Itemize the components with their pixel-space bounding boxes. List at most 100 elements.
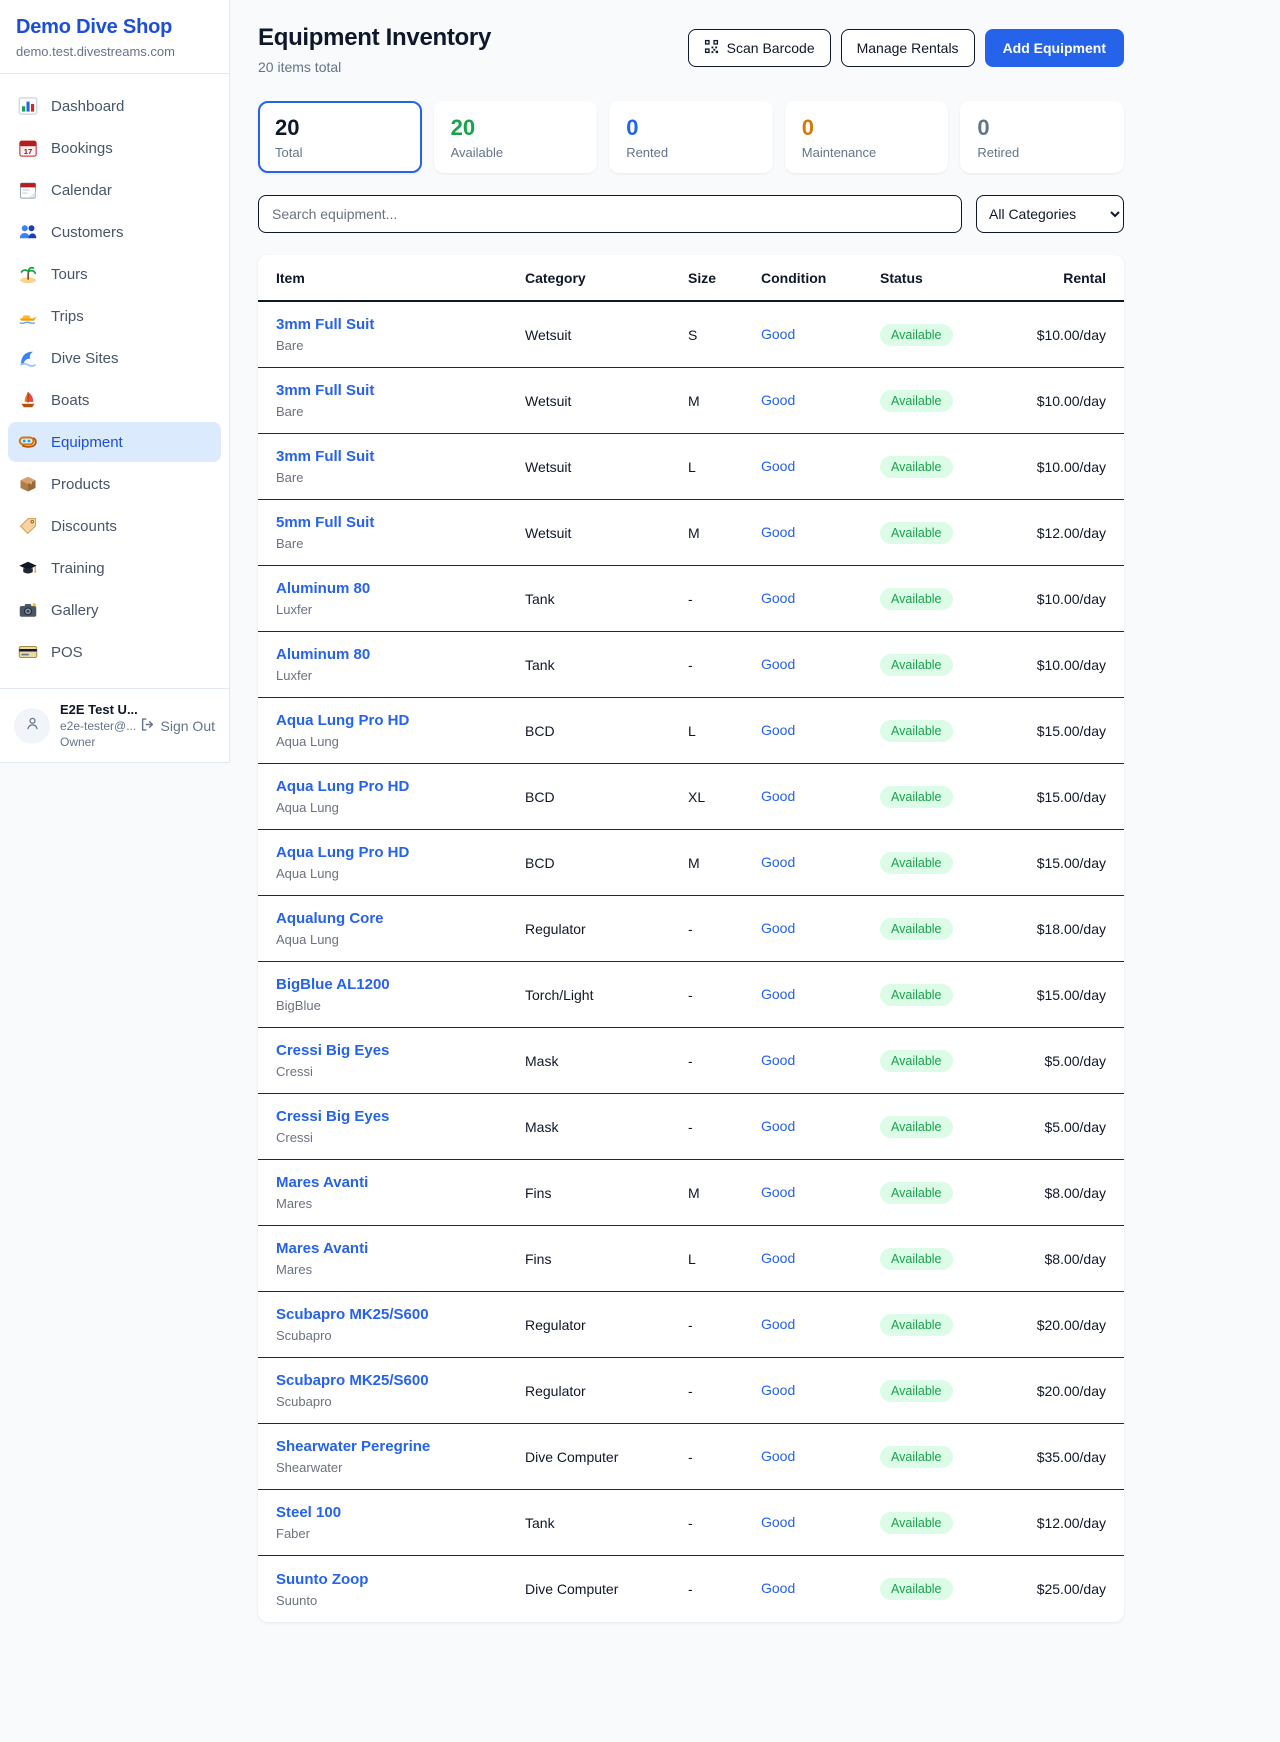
- table-row: Aluminum 80 Luxfer Tank - Good Available…: [258, 566, 1124, 632]
- item-condition-link[interactable]: Good: [761, 656, 795, 672]
- sidebar-item-bookings[interactable]: 17 Bookings: [8, 128, 221, 168]
- item-condition-link[interactable]: Good: [761, 326, 795, 342]
- sidebar-item-customers[interactable]: Customers: [8, 212, 221, 252]
- stat-card-maintenance[interactable]: 0 Maintenance: [785, 101, 949, 173]
- sidebar-item-trips[interactable]: Trips: [8, 296, 221, 336]
- sidebar-item-training[interactable]: Training: [8, 548, 221, 588]
- item-name-link[interactable]: 5mm Full Suit: [276, 514, 525, 531]
- item-name-link[interactable]: Scubapro MK25/S600: [276, 1372, 525, 1389]
- manage-rentals-button[interactable]: Manage Rentals: [841, 29, 975, 67]
- item-category: Wetsuit: [525, 459, 688, 475]
- shop-domain: demo.test.divestreams.com: [16, 44, 213, 59]
- add-equipment-button[interactable]: Add Equipment: [985, 29, 1124, 67]
- user-email: e2e-tester@...: [60, 719, 130, 733]
- item-condition-link[interactable]: Good: [761, 788, 795, 804]
- item-name-link[interactable]: Suunto Zoop: [276, 1571, 525, 1588]
- item-condition-link[interactable]: Good: [761, 1052, 795, 1068]
- item-name-link[interactable]: Cressi Big Eyes: [276, 1042, 525, 1059]
- item-name-link[interactable]: 3mm Full Suit: [276, 382, 525, 399]
- item-rental-rate: $15.00/day: [1010, 855, 1106, 871]
- sidebar: Demo Dive Shop demo.test.divestreams.com…: [0, 0, 230, 763]
- item-name-link[interactable]: 3mm Full Suit: [276, 316, 525, 333]
- item-name-link[interactable]: Mares Avanti: [276, 1240, 525, 1257]
- sidebar-item-calendar[interactable]: Calendar: [8, 170, 221, 210]
- item-brand: Shearwater: [276, 1460, 525, 1475]
- status-badge: Available: [880, 1578, 953, 1600]
- item-name-link[interactable]: Aluminum 80: [276, 580, 525, 597]
- status-badge: Available: [880, 984, 953, 1006]
- stat-card-total[interactable]: 20 Total: [258, 101, 422, 173]
- sidebar-item-dashboard[interactable]: Dashboard: [8, 86, 221, 126]
- sidebar-item-gallery[interactable]: Gallery: [8, 590, 221, 630]
- item-name-link[interactable]: Steel 100: [276, 1504, 525, 1521]
- item-condition-link[interactable]: Good: [761, 392, 795, 408]
- item-rental-rate: $25.00/day: [1010, 1581, 1106, 1597]
- item-condition-link[interactable]: Good: [761, 1250, 795, 1266]
- sign-out-button[interactable]: Sign Out: [140, 717, 215, 735]
- item-rental-rate: $8.00/day: [1010, 1185, 1106, 1201]
- item-size: -: [688, 591, 761, 607]
- stat-card-available[interactable]: 20 Available: [434, 101, 598, 173]
- item-condition-link[interactable]: Good: [761, 524, 795, 540]
- item-category: Regulator: [525, 1317, 688, 1333]
- sidebar-item-pos[interactable]: POS: [8, 632, 221, 672]
- item-size: -: [688, 1383, 761, 1399]
- user-icon: [23, 714, 42, 738]
- item-category: Tank: [525, 1515, 688, 1531]
- item-size: -: [688, 1053, 761, 1069]
- item-condition-link[interactable]: Good: [761, 1514, 795, 1530]
- item-condition-link[interactable]: Good: [761, 1448, 795, 1464]
- sidebar-item-products[interactable]: Products: [8, 464, 221, 504]
- status-badge: Available: [880, 918, 953, 940]
- item-condition-link[interactable]: Good: [761, 1184, 795, 1200]
- stat-card-rented[interactable]: 0 Rented: [609, 101, 773, 173]
- item-name-link[interactable]: Aqua Lung Pro HD: [276, 712, 525, 729]
- item-condition-link[interactable]: Good: [761, 458, 795, 474]
- item-condition-link[interactable]: Good: [761, 986, 795, 1002]
- item-condition-link[interactable]: Good: [761, 920, 795, 936]
- item-name-link[interactable]: Aqua Lung Pro HD: [276, 778, 525, 795]
- item-name-link[interactable]: 3mm Full Suit: [276, 448, 525, 465]
- item-condition-link[interactable]: Good: [761, 1316, 795, 1332]
- discounts-icon: [18, 516, 38, 536]
- item-brand: Scubapro: [276, 1394, 525, 1409]
- item-condition-link[interactable]: Good: [761, 1118, 795, 1134]
- item-condition-link[interactable]: Good: [761, 854, 795, 870]
- item-category: Dive Computer: [525, 1581, 688, 1597]
- item-size: -: [688, 921, 761, 937]
- column-header-size: Size: [688, 270, 761, 286]
- item-size: M: [688, 855, 761, 871]
- sidebar-header: Demo Dive Shop demo.test.divestreams.com: [0, 0, 229, 74]
- search-input[interactable]: [258, 195, 962, 233]
- item-name-link[interactable]: BigBlue AL1200: [276, 976, 525, 993]
- item-name-link[interactable]: Aqualung Core: [276, 910, 525, 927]
- sidebar-item-equipment[interactable]: Equipment: [8, 422, 221, 462]
- sidebar-item-dive-sites[interactable]: Dive Sites: [8, 338, 221, 378]
- stat-card-retired[interactable]: 0 Retired: [960, 101, 1124, 173]
- stat-value: 0: [977, 115, 1107, 141]
- sidebar-item-discounts[interactable]: Discounts: [8, 506, 221, 546]
- sidebar-item-boats[interactable]: Boats: [8, 380, 221, 420]
- item-name-link[interactable]: Scubapro MK25/S600: [276, 1306, 525, 1323]
- item-condition-link[interactable]: Good: [761, 1382, 795, 1398]
- pos-icon: [18, 642, 38, 662]
- scan-barcode-button[interactable]: Scan Barcode: [688, 29, 831, 67]
- item-brand: Bare: [276, 470, 525, 485]
- item-name-link[interactable]: Aqua Lung Pro HD: [276, 844, 525, 861]
- item-brand: Aqua Lung: [276, 866, 525, 881]
- item-condition-link[interactable]: Good: [761, 722, 795, 738]
- sign-out-icon: [140, 717, 155, 735]
- item-name-link[interactable]: Aluminum 80: [276, 646, 525, 663]
- sidebar-item-tours[interactable]: Tours: [8, 254, 221, 294]
- item-condition-link[interactable]: Good: [761, 590, 795, 606]
- item-name-link[interactable]: Mares Avanti: [276, 1174, 525, 1191]
- item-condition-link[interactable]: Good: [761, 1580, 795, 1596]
- table-row: Aluminum 80 Luxfer Tank - Good Available…: [258, 632, 1124, 698]
- item-category: Fins: [525, 1185, 688, 1201]
- item-name-link[interactable]: Shearwater Peregrine: [276, 1438, 525, 1455]
- table-row: 3mm Full Suit Bare Wetsuit M Good Availa…: [258, 368, 1124, 434]
- dashboard-icon: [18, 96, 38, 116]
- item-brand: Faber: [276, 1526, 525, 1541]
- item-name-link[interactable]: Cressi Big Eyes: [276, 1108, 525, 1125]
- category-filter[interactable]: All Categories: [976, 195, 1124, 233]
